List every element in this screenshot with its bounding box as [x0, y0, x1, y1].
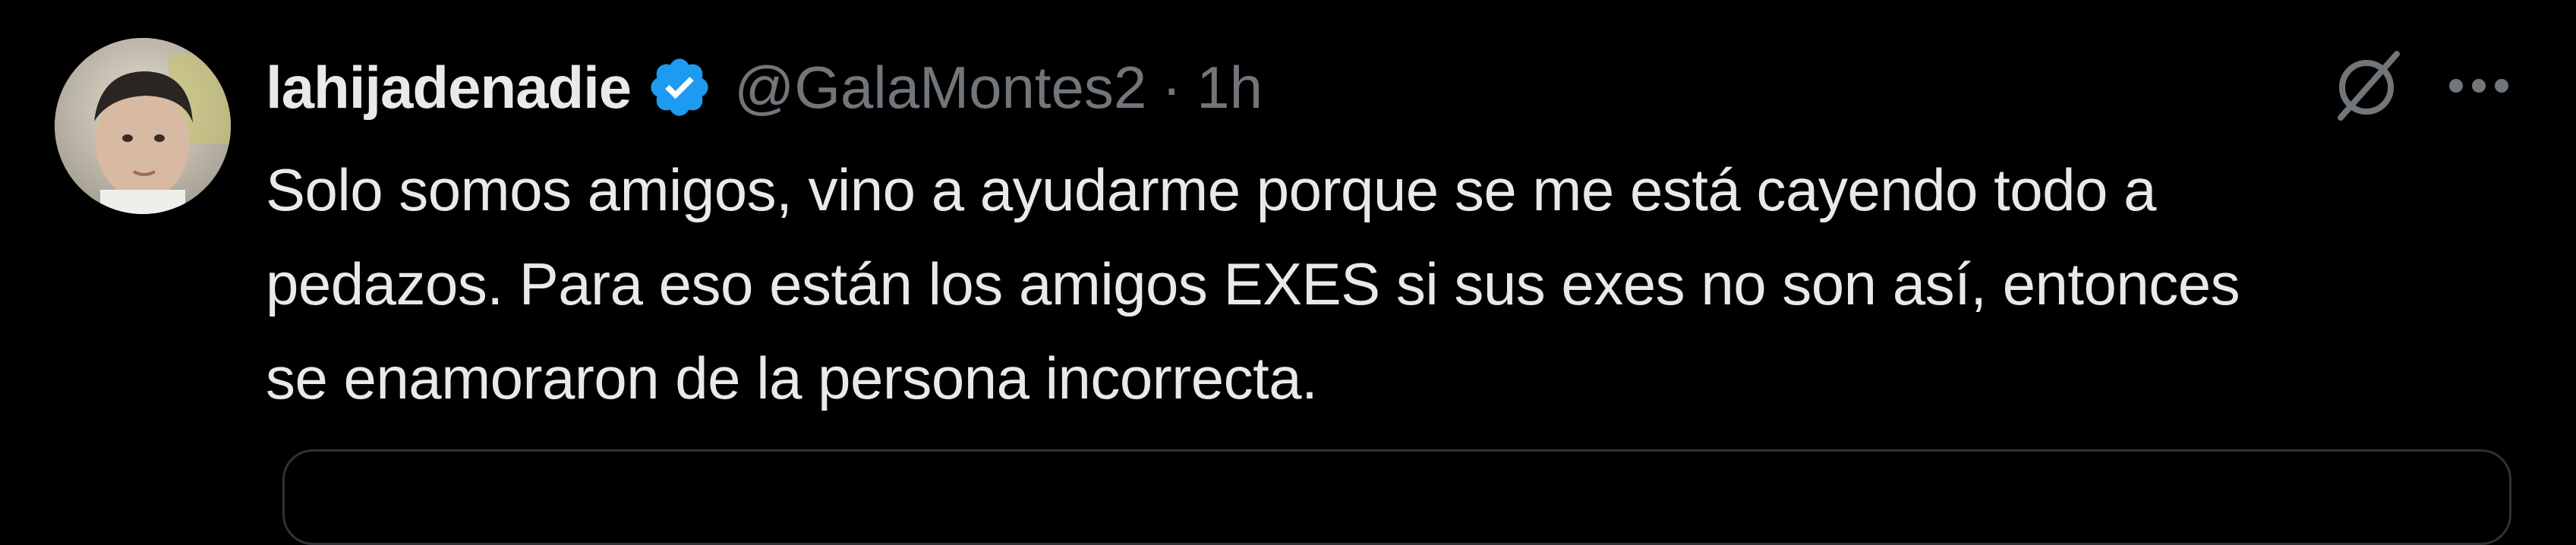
tweet-header: lahijadenadie @GalaMontes2 · 1h — [266, 46, 1263, 129]
tweet-text-line: Solo somos amigos, vino a ayudarme porqu… — [266, 156, 2156, 223]
more-options-icon[interactable] — [2437, 44, 2521, 128]
avatar[interactable] — [55, 38, 231, 214]
tweet-text-line: se enamoraron de la persona incorrecta. — [266, 345, 1318, 411]
grok-icon[interactable] — [2325, 44, 2408, 128]
tweet-text-line: pedazos. Para eso están los amigos EXES … — [266, 250, 2240, 317]
tweet-text: Solo somos amigos, vino a ayudarme porqu… — [266, 143, 2513, 425]
user-handle[interactable]: @GalaMontes2 — [734, 53, 1146, 122]
display-name[interactable]: lahijadenadie — [266, 53, 632, 122]
separator-dot: · — [1162, 53, 1182, 121]
tweet[interactable]: lahijadenadie @GalaMontes2 · 1h Solo som… — [0, 0, 2576, 545]
verified-badge-icon — [646, 54, 713, 121]
embedded-card[interactable] — [282, 449, 2511, 545]
timestamp[interactable]: 1h — [1197, 53, 1263, 122]
